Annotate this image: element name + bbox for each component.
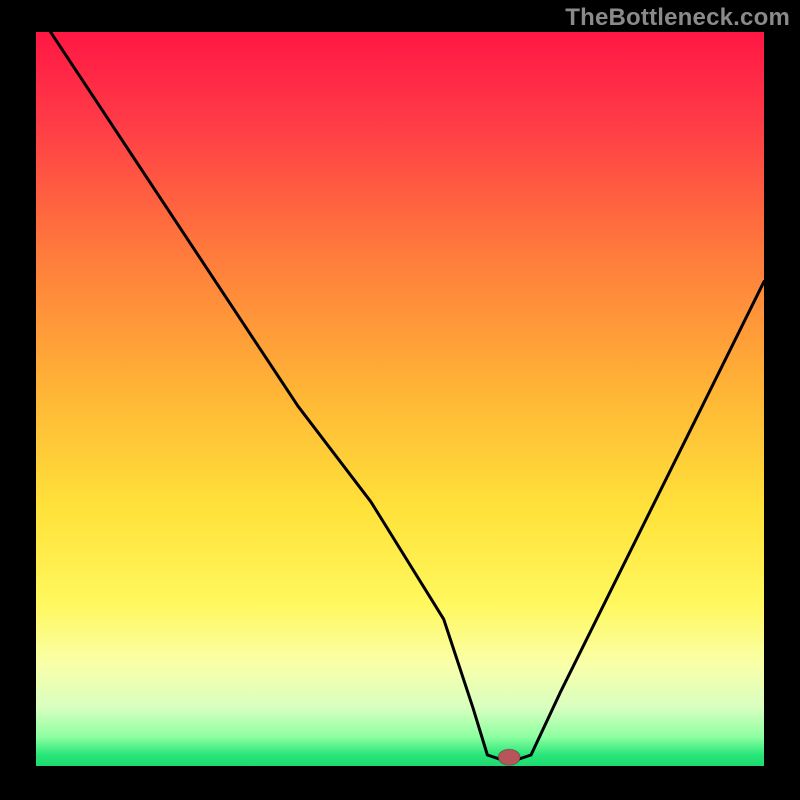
chart-frame: TheBottleneck.com <box>0 0 800 800</box>
gradient-background <box>36 32 764 766</box>
bottleneck-chart <box>0 0 800 800</box>
watermark-label: TheBottleneck.com <box>565 4 790 32</box>
optimal-point-marker <box>498 749 520 765</box>
